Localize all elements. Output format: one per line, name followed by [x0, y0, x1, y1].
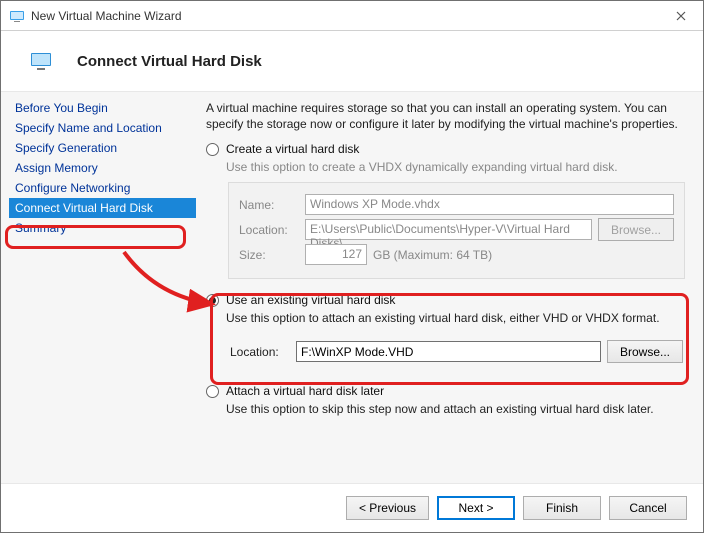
- option-later-desc: Use this option to skip this step now an…: [226, 402, 685, 416]
- create-subpanel: Name: Windows XP Mode.vhdx Location: E:\…: [228, 182, 685, 279]
- wizard-header: Connect Virtual Hard Disk: [1, 31, 703, 91]
- wizard-footer: < Previous Next > Finish Cancel: [1, 484, 703, 532]
- wizard-body: Before You Begin Specify Name and Locati…: [1, 91, 703, 484]
- sidebar-item-summary[interactable]: Summary: [9, 218, 196, 238]
- app-icon: [9, 8, 25, 24]
- create-name-input: Windows XP Mode.vhdx: [305, 194, 674, 215]
- option-create-desc: Use this option to create a VHDX dynamic…: [226, 160, 685, 174]
- existing-location-input[interactable]: [296, 341, 601, 362]
- radio-create-vhd-label: Create a virtual hard disk: [226, 142, 359, 156]
- previous-button[interactable]: < Previous: [346, 496, 429, 520]
- create-browse-button: Browse...: [598, 218, 674, 241]
- radio-attach-later-label: Attach a virtual hard disk later: [226, 384, 384, 398]
- monitor-icon: [29, 49, 53, 73]
- radio-existing-vhd[interactable]: [206, 294, 219, 307]
- content-intro: A virtual machine requires storage so th…: [206, 100, 685, 132]
- page-title: Connect Virtual Hard Disk: [77, 53, 262, 70]
- next-button[interactable]: Next >: [437, 496, 515, 520]
- wizard-sidebar: Before You Begin Specify Name and Locati…: [1, 92, 196, 483]
- sidebar-item-specify-name[interactable]: Specify Name and Location: [9, 118, 196, 138]
- finish-button[interactable]: Finish: [523, 496, 601, 520]
- existing-browse-button[interactable]: Browse...: [607, 340, 683, 363]
- sidebar-item-assign-memory[interactable]: Assign Memory: [9, 158, 196, 178]
- close-button[interactable]: [658, 1, 703, 30]
- sidebar-item-before-you-begin[interactable]: Before You Begin: [9, 98, 196, 118]
- titlebar: New Virtual Machine Wizard: [1, 1, 703, 31]
- radio-attach-later[interactable]: [206, 385, 219, 398]
- create-location-input: E:\Users\Public\Documents\Hyper-V\Virtua…: [305, 219, 592, 240]
- option-existing-desc: Use this option to attach an existing vi…: [226, 311, 685, 325]
- option-attach-later: Attach a virtual hard disk later Use thi…: [206, 384, 685, 416]
- sidebar-item-configure-networking[interactable]: Configure Networking: [9, 178, 196, 198]
- cancel-button[interactable]: Cancel: [609, 496, 687, 520]
- option-create-vhd: Create a virtual hard disk Use this opti…: [206, 142, 685, 279]
- radio-existing-vhd-label: Use an existing virtual hard disk: [226, 293, 395, 307]
- existing-subpanel: Location: Browse...: [228, 333, 685, 370]
- create-size-input: 127: [305, 244, 367, 265]
- window-title: New Virtual Machine Wizard: [31, 9, 658, 23]
- sidebar-item-connect-vhd[interactable]: Connect Virtual Hard Disk: [9, 198, 196, 218]
- wizard-window: New Virtual Machine Wizard Connect Virtu…: [0, 0, 704, 533]
- wizard-content: A virtual machine requires storage so th…: [196, 92, 703, 483]
- create-size-unit: GB (Maximum: 64 TB): [373, 248, 492, 262]
- create-name-label: Name:: [239, 198, 299, 212]
- existing-location-label: Location:: [230, 345, 290, 359]
- create-location-label: Location:: [239, 223, 299, 237]
- sidebar-item-specify-generation[interactable]: Specify Generation: [9, 138, 196, 158]
- option-existing-vhd: Use an existing virtual hard disk Use th…: [206, 293, 685, 370]
- radio-create-vhd[interactable]: [206, 143, 219, 156]
- create-size-label: Size:: [239, 248, 299, 262]
